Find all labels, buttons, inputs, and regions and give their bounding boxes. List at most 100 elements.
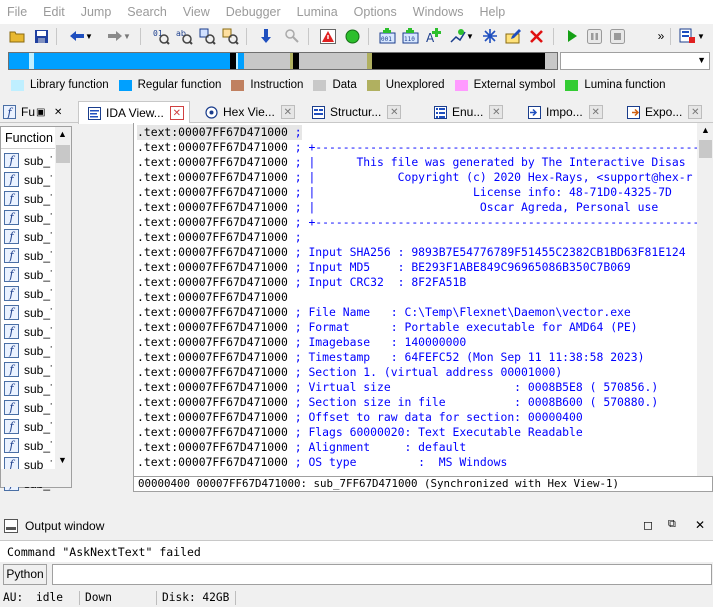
minimize-icon[interactable]: ◻ (643, 518, 653, 532)
close-icon[interactable]: ✕ (695, 518, 705, 532)
pause-process-icon[interactable] (585, 27, 603, 45)
disassembly-line[interactable]: .text:00007FF67D471000 ; | Oscar Agreda,… (137, 200, 658, 215)
scroll-thumb[interactable] (699, 140, 712, 158)
search-direction[interactable]: Down (82, 589, 112, 607)
function-list-item[interactable]: f sub_7 (4, 246, 54, 265)
function-list-item[interactable]: f sub_7 (4, 284, 54, 303)
tab-close-icon[interactable]: ✕ (489, 105, 504, 119)
disassembly-line[interactable]: .text:00007FF67D471000 ; | This file was… (137, 155, 686, 170)
menu-jump[interactable]: Jump (73, 0, 120, 24)
menu-lumina[interactable]: Lumina (289, 0, 346, 24)
toolbar-overflow-chevron-icon[interactable]: » (652, 27, 670, 45)
tab-close-icon[interactable]: ✕ (169, 106, 184, 120)
tab-imports[interactable]: Impo... ✕ (521, 101, 613, 123)
sequence-search-icon[interactable] (221, 27, 239, 45)
function-list-item[interactable]: f sub_7 (4, 303, 54, 322)
segment-select[interactable]: ▼ (560, 52, 710, 70)
function-list-item[interactable]: f sub_7 (4, 379, 54, 398)
functions-scrollbar[interactable]: ▲ ▼ (55, 127, 71, 469)
menu-edit[interactable]: Edit (35, 0, 73, 24)
disassembly-line[interactable]: .text:00007FF67D471000 ; Section 1. (vir… (137, 365, 562, 380)
disassembly-line[interactable]: .text:00007FF67D471000 ; (137, 230, 302, 245)
menu-search[interactable]: Search (119, 0, 175, 24)
tab-functions[interactable]: f Fu (3, 101, 35, 123)
python-language-button[interactable]: Python (3, 564, 47, 585)
disassembly-view[interactable]: .text:00007FF67D471000 ; .text:00007FF67D… (133, 123, 713, 476)
menu-windows[interactable]: Windows (405, 0, 472, 24)
disassembly-line[interactable]: .text:00007FF67D471000 ; Imagebase : 140… (137, 335, 466, 350)
disassembly-line[interactable]: .text:00007FF67D471000 ; Timestamp : 64F… (137, 350, 644, 365)
create-array-dropdown-icon[interactable]: ▼ (465, 27, 475, 45)
navigation-band[interactable] (8, 52, 558, 70)
functions-column-header[interactable]: Function (1, 127, 55, 149)
disassembly-scrollbar[interactable]: ▲ (697, 123, 713, 476)
dock-options-icon[interactable]: ▣ (36, 101, 50, 123)
undefine-icon[interactable] (481, 27, 499, 45)
output-log[interactable]: Command "AskNextText" failed (0, 540, 713, 562)
disassembly-line[interactable]: .text:00007FF67D471000 ; Input MD5 : BE2… (137, 260, 631, 275)
function-list-item[interactable]: f sub_7 (4, 151, 54, 170)
mark-position-icon[interactable] (283, 27, 301, 45)
disassembly-line[interactable]: .text:00007FF67D471000 ; Input SHA256 : … (137, 245, 686, 260)
disassembly-line[interactable]: .text:00007FF67D471000 ; (137, 125, 302, 140)
panel-splitter[interactable] (0, 495, 713, 513)
scroll-down-icon[interactable]: ▼ (58, 455, 67, 465)
menu-file[interactable]: File (0, 0, 35, 24)
function-list-item[interactable]: f sub_7 (4, 227, 54, 246)
menu-view[interactable]: View (175, 0, 218, 24)
disassembly-line[interactable]: .text:00007FF67D471000 (137, 290, 288, 305)
disassembly-line[interactable]: .text:00007FF67D471000 ; +--------------… (137, 140, 713, 155)
disassembly-line[interactable]: .text:00007FF67D471000 ; | License info:… (137, 185, 672, 200)
menu-options[interactable]: Options (346, 0, 405, 24)
function-list-item[interactable]: f sub_7 (4, 341, 54, 360)
function-list-item[interactable]: f sub_7 (4, 208, 54, 227)
green-circle-icon[interactable] (343, 27, 361, 45)
back-dropdown-icon[interactable]: ▼ (84, 27, 94, 45)
disassembly-line[interactable]: .text:00007FF67D471000 ; File Name : C:\… (137, 305, 631, 320)
open-folder-icon[interactable] (8, 27, 26, 45)
tab-close-icon[interactable]: ✕ (387, 105, 402, 119)
rename-icon[interactable] (504, 27, 522, 45)
disassembly-line[interactable]: .text:00007FF67D471000 ; | Copyright (c)… (137, 170, 692, 185)
disassembly-line[interactable]: .text:00007FF67D471000 ; Flags 60000020:… (137, 425, 583, 440)
start-process-play-icon[interactable] (563, 27, 581, 45)
function-list-item[interactable]: f sub_7 (4, 360, 54, 379)
create-string-icon[interactable]: A (424, 27, 442, 45)
function-list-item[interactable]: f sub_7 (4, 417, 54, 436)
close-icon[interactable]: ✕ (54, 101, 68, 123)
text-search-icon[interactable]: ab (175, 27, 193, 45)
tab-structures[interactable]: Structur... ✕ (305, 101, 417, 123)
debugger-selection-icon[interactable] (678, 27, 696, 45)
disassembly-line[interactable]: .text:00007FF67D471000 ; OS type : MS Wi… (137, 455, 507, 470)
jump-down-arrow-icon[interactable] (257, 27, 275, 45)
forward-dropdown-icon[interactable]: ▼ (122, 27, 132, 45)
functions-hscrollbar[interactable] (1, 469, 71, 487)
menu-debugger[interactable]: Debugger (218, 0, 289, 24)
function-list-item[interactable]: f sub_7 (4, 322, 54, 341)
scroll-up-icon[interactable]: ▲ (58, 129, 67, 139)
function-list-item[interactable]: f sub_7 (4, 170, 54, 189)
disassembly-line[interactable]: .text:00007FF67D471000 ; Alignment : def… (137, 440, 466, 455)
tab-hex-view[interactable]: Hex Vie... ✕ (198, 101, 300, 123)
warning-triangle-icon[interactable] (319, 27, 337, 45)
function-list-item[interactable]: f sub_7 (4, 398, 54, 417)
tab-enums[interactable]: Enu... ✕ (427, 101, 513, 123)
delete-x-icon[interactable] (527, 27, 545, 45)
command-input[interactable] (52, 564, 712, 585)
tab-close-icon[interactable]: ✕ (688, 105, 703, 119)
binary-search-icon[interactable]: 01 (152, 27, 170, 45)
disassembly-line[interactable]: .text:00007FF67D471000 ; Format : Portab… (137, 320, 638, 335)
function-list-item[interactable]: f sub_7 (4, 189, 54, 208)
save-icon[interactable] (32, 27, 50, 45)
function-list-item[interactable]: f sub_7 (4, 265, 54, 284)
create-data-icon[interactable]: 110 (401, 27, 419, 45)
function-list-item[interactable]: f sub_7 (4, 436, 54, 455)
disassembly-line[interactable]: .text:00007FF67D471000 ; Offset to raw d… (137, 410, 583, 425)
scroll-thumb[interactable] (56, 145, 70, 163)
immediate-search-icon[interactable] (198, 27, 216, 45)
tab-close-icon[interactable]: ✕ (588, 105, 603, 119)
create-function-icon[interactable]: 001 (378, 27, 396, 45)
tab-ida-view[interactable]: IDA View... ✕ (78, 101, 190, 124)
create-array-icon[interactable] (448, 27, 466, 45)
disassembly-line[interactable]: .text:00007FF67D471000 ; Section size in… (137, 395, 658, 410)
